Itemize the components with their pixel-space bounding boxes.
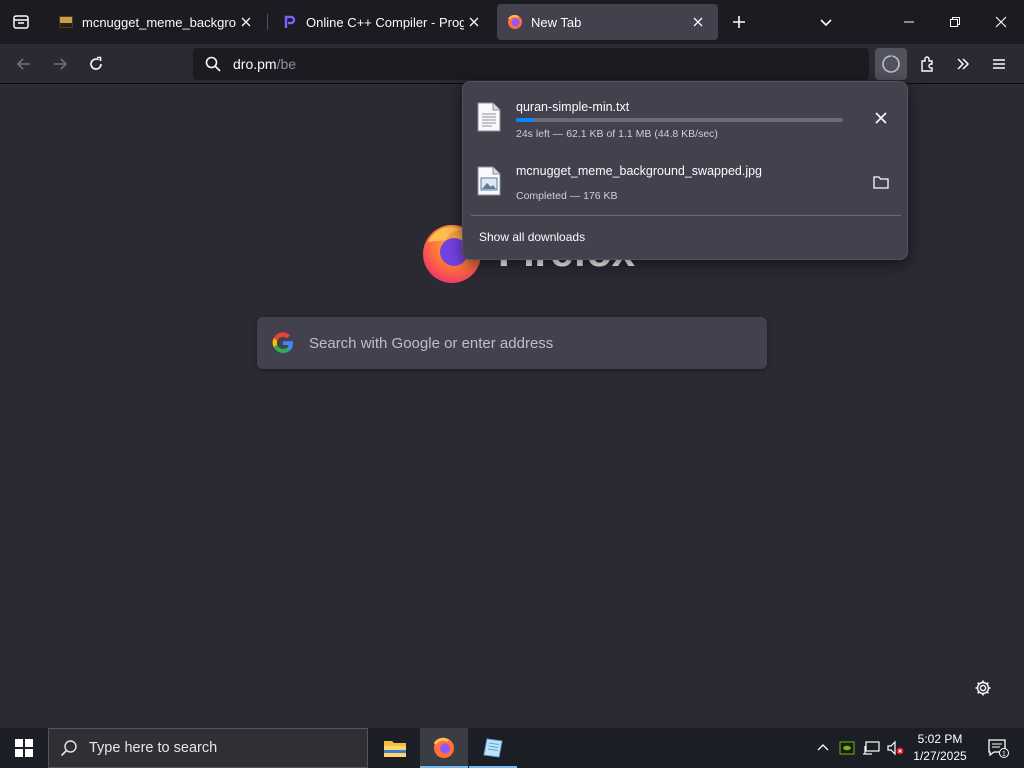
tab-close-icon[interactable] <box>236 12 256 32</box>
download-item[interactable]: mcnugget_meme_background_swapped.jpg Com… <box>471 154 901 212</box>
action-center-button[interactable]: 1 <box>978 728 1018 768</box>
url-text: dro.pm/be <box>233 56 297 72</box>
customize-button[interactable] <box>970 675 996 701</box>
tab-new-tab[interactable]: New Tab <box>497 4 718 40</box>
reload-button[interactable] <box>80 48 112 80</box>
chevron-down-icon <box>820 19 832 27</box>
restore-button[interactable] <box>932 0 978 44</box>
image-file-icon <box>58 14 74 30</box>
clock-time: 5:02 PM <box>917 732 963 746</box>
cancel-icon <box>875 112 887 124</box>
download-item[interactable]: quran-simple-min.txt 24s left — 62.1 KB … <box>471 90 901 148</box>
tab-title: New Tab <box>531 14 582 30</box>
navigation-toolbar: dro.pm/be <box>0 44 1024 84</box>
show-hidden-icons-button[interactable] <box>813 738 833 758</box>
file-explorer-icon <box>384 741 406 757</box>
downloads-button[interactable] <box>875 48 907 80</box>
folder-icon <box>873 176 889 189</box>
tab-title: mcnugget_meme_background_ <box>82 14 236 30</box>
firefox-icon <box>433 737 454 758</box>
taskbar-search-input[interactable]: Type here to search <box>48 728 368 768</box>
taskbar-clock[interactable]: 5:02 PM 1/27/2025 <box>905 731 975 765</box>
clock-date: 1/27/2025 <box>913 749 967 763</box>
reload-icon <box>90 56 102 70</box>
firefox-view-button[interactable] <box>0 0 42 44</box>
double-chevron-right-icon <box>957 58 970 70</box>
tab-close-icon[interactable] <box>688 12 708 32</box>
tab-mcnugget[interactable]: mcnugget_meme_background_ <box>48 4 266 40</box>
taskbar-file-explorer[interactable] <box>371 728 419 768</box>
network-icon <box>863 741 880 755</box>
programiz-icon <box>282 14 298 30</box>
search-placeholder: Search with Google or enter address <box>309 334 554 352</box>
network-tray-icon[interactable] <box>861 738 881 758</box>
list-all-tabs-button[interactable] <box>812 8 840 36</box>
panel-divider <box>471 215 901 216</box>
nvidia-icon <box>839 741 855 755</box>
image-file-icon <box>477 166 501 196</box>
arrow-right-icon <box>54 58 68 70</box>
back-button[interactable] <box>8 48 40 80</box>
notification-icon: 1 <box>988 739 1009 758</box>
hamburger-icon <box>993 59 1005 69</box>
firefox-view-icon <box>13 15 29 29</box>
download-status: Completed — 176 KB <box>516 190 618 202</box>
downloads-panel: quran-simple-min.txt 24s left — 62.1 KB … <box>462 81 908 260</box>
taskbar-app[interactable] <box>469 728 517 768</box>
download-status: 24s left — 62.1 KB of 1.1 MB (44.8 KB/se… <box>516 128 718 140</box>
search-input[interactable]: Search with Google or enter address <box>257 317 767 369</box>
gear-icon <box>975 680 991 696</box>
cancel-download-button[interactable] <box>869 106 893 130</box>
minimize-button[interactable] <box>886 0 932 44</box>
arrow-left-icon <box>16 58 30 70</box>
restore-icon <box>950 17 960 27</box>
tab-close-icon[interactable] <box>464 12 484 32</box>
volume-tray-icon[interactable] <box>885 738 905 758</box>
show-in-folder-button[interactable] <box>869 170 893 194</box>
google-icon <box>257 331 309 355</box>
firefox-icon <box>507 14 523 30</box>
minimize-icon <box>904 21 914 23</box>
windows-logo-icon <box>15 739 33 757</box>
download-progress-bar <box>516 118 843 122</box>
plus-icon <box>733 16 745 28</box>
app-menu-button[interactable] <box>983 48 1015 80</box>
windows-taskbar: Type here to search 5:02 PM 1/27/2025 1 <box>0 728 1024 768</box>
forward-button[interactable] <box>44 48 76 80</box>
nvidia-tray-icon[interactable] <box>837 738 857 758</box>
volume-muted-icon <box>887 740 904 756</box>
download-filename: mcnugget_meme_background_swapped.jpg <box>516 164 762 178</box>
chevron-up-icon <box>817 744 829 751</box>
close-icon <box>995 16 1007 28</box>
taskbar-search-placeholder: Type here to search <box>89 740 218 756</box>
tab-strip: mcnugget_meme_background_ Online C++ Com… <box>0 0 1024 44</box>
tab-cpp-compiler[interactable]: Online C++ Compiler - Program <box>272 4 494 40</box>
search-icon <box>49 739 89 757</box>
show-all-downloads-link[interactable]: Show all downloads <box>479 230 585 244</box>
new-tab-button[interactable] <box>725 8 753 36</box>
start-button[interactable] <box>0 728 48 768</box>
search-icon <box>193 56 233 72</box>
tab-title: Online C++ Compiler - Program <box>306 14 464 30</box>
download-progress-icon <box>882 54 900 73</box>
tab-separator <box>267 14 268 30</box>
close-window-button[interactable] <box>978 0 1024 44</box>
download-filename: quran-simple-min.txt <box>516 100 630 114</box>
overflow-menu-button[interactable] <box>947 48 979 80</box>
address-bar[interactable]: dro.pm/be <box>193 48 869 80</box>
puzzle-icon <box>921 56 933 72</box>
extensions-button[interactable] <box>912 48 944 80</box>
notebook-app-icon <box>483 738 503 758</box>
notification-count: 1 <box>1002 751 1006 758</box>
taskbar-firefox[interactable] <box>420 728 468 768</box>
text-file-icon <box>477 102 501 132</box>
